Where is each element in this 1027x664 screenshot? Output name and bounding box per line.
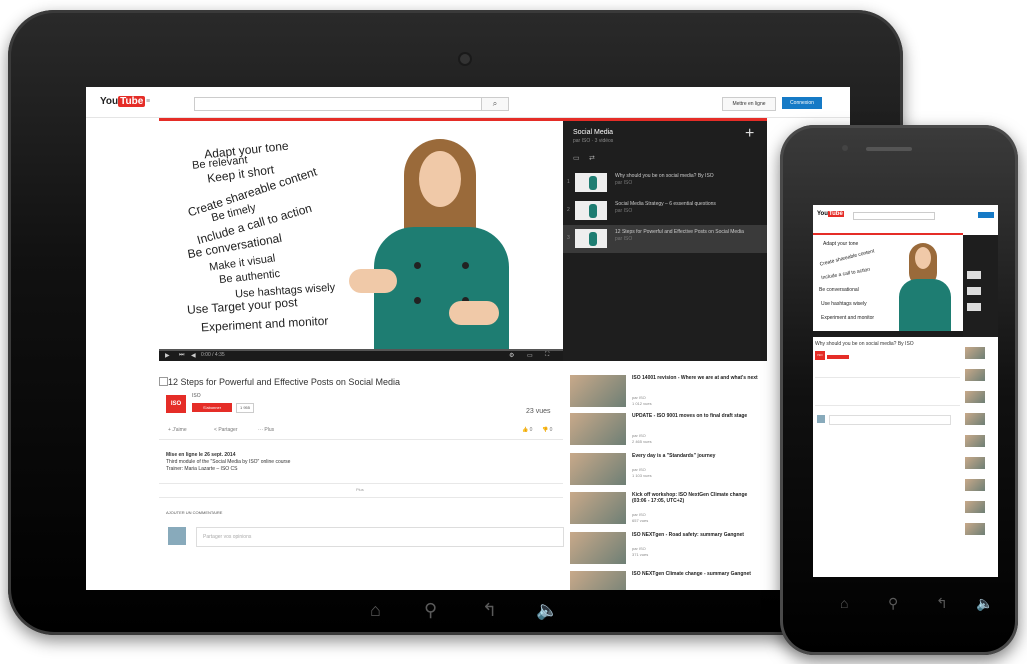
menu-icon[interactable]: ≡: [146, 98, 150, 105]
phone-speaker: [866, 147, 912, 151]
settings-icon[interactable]: ⚙: [509, 352, 514, 359]
search-button[interactable]: ⌕: [481, 97, 509, 111]
divider: [159, 497, 563, 498]
volume-icon[interactable]: 🔈: [976, 595, 993, 612]
related-list: [963, 341, 998, 577]
volume-icon[interactable]: ◀: [191, 352, 196, 359]
comment-input[interactable]: [829, 415, 951, 425]
time-display: 0:00 / 4:35: [201, 352, 225, 358]
home-icon[interactable]: ⌂: [370, 600, 381, 621]
fullscreen-icon[interactable]: ⛶: [545, 352, 549, 359]
show-more-button[interactable]: Plus: [356, 487, 364, 492]
folder-icon[interactable]: ▭: [573, 154, 580, 162]
subscribe-button[interactable]: S'abonner: [192, 403, 232, 412]
phone-screen: YouTube Adapt your tone Create shareable…: [813, 205, 998, 577]
presenter-arm: [349, 269, 397, 293]
upload-button[interactable]: Mettre en ligne: [722, 97, 776, 111]
back-icon[interactable]: ↰: [482, 600, 497, 621]
channel-logo[interactable]: ISO: [166, 395, 186, 413]
playlist-panel: Social Media par ISO · 3 vidéos + ▭ ⇄ 1 …: [563, 121, 767, 361]
progress-bar[interactable]: [159, 349, 563, 351]
thumbs-up-button[interactable]: 👍 0: [522, 427, 532, 433]
signin-button[interactable]: Connexion: [782, 97, 822, 109]
playlist-item[interactable]: 1 Why should you be on social media? By …: [563, 169, 767, 197]
user-avatar: [168, 527, 186, 545]
like-action[interactable]: + J'aime: [168, 427, 187, 433]
search-icon[interactable]: ⚲: [888, 595, 898, 612]
add-icon[interactable]: +: [745, 125, 754, 143]
playlist-thumb: [575, 229, 607, 248]
comments-heading: AJOUTER UN COMMENTAIRE: [166, 510, 223, 515]
youtube-logo[interactable]: YouTube: [100, 96, 146, 107]
related-thumb: [570, 492, 626, 524]
related-thumb: [570, 571, 626, 590]
subscribe-button[interactable]: [827, 355, 849, 359]
channel-name[interactable]: ISO: [192, 393, 201, 399]
home-icon[interactable]: ⌂: [840, 595, 848, 611]
youtube-header: You Tube ≡ ⌕ Mettre en ligne Connexion: [86, 87, 850, 118]
comment-input[interactable]: Partager vos opinions: [196, 527, 564, 547]
divider: [159, 483, 563, 484]
search-input[interactable]: [853, 212, 935, 220]
phone-device: YouTube Adapt your tone Create shareable…: [780, 125, 1018, 655]
tablet-device: You Tube ≡ ⌕ Mettre en ligne Connexion Ad…: [8, 10, 903, 635]
overlay-line: Use Target your post: [186, 295, 298, 317]
playlist-thumb: [575, 173, 607, 192]
divider: [159, 439, 563, 440]
signin-button[interactable]: [978, 212, 994, 218]
search-icon[interactable]: ⚲: [424, 600, 437, 621]
phone-camera: [842, 145, 848, 151]
related-video[interactable]: Every day is a "Standards" journey par I…: [570, 453, 760, 489]
video-player[interactable]: Adapt your tone Be relevant Keep it shor…: [159, 121, 563, 361]
related-thumb: [570, 375, 626, 407]
presenter-face: [419, 151, 461, 207]
related-video[interactable]: UPDATE - ISO 9001 moves on to final draf…: [570, 413, 760, 449]
thumbs-down-button[interactable]: 👎 0: [542, 427, 552, 433]
related-video[interactable]: ISO NEXTgen - Road safety: summary Gangn…: [570, 532, 760, 568]
search-input[interactable]: [194, 97, 496, 111]
loop-icon[interactable]: ⇄: [589, 154, 595, 162]
size-icon[interactable]: ▭: [527, 352, 533, 359]
video-player[interactable]: Adapt your tone Create shareable content…: [813, 235, 963, 337]
playlist-thumb: [575, 201, 607, 220]
view-count: 23 vues: [526, 408, 551, 415]
tablet-screen: You Tube ≡ ⌕ Mettre en ligne Connexion Ad…: [86, 87, 850, 590]
channel-logo[interactable]: ISO: [815, 351, 825, 360]
user-avatar: [817, 415, 825, 423]
playlist-panel: [963, 235, 998, 337]
subscriber-count: 1 955: [236, 403, 254, 413]
back-icon[interactable]: ↰: [936, 595, 948, 612]
share-action[interactable]: < Partager: [214, 427, 238, 433]
more-action[interactable]: ··· Plus: [258, 427, 274, 433]
related-thumb: [570, 453, 626, 485]
related-video[interactable]: ISO NEXTgen Climate change - summary Gan…: [570, 571, 760, 590]
overlay-line: Experiment and monitor: [200, 313, 329, 335]
video-title: Why should you be on social media? By IS…: [815, 341, 914, 347]
playlist-item-active[interactable]: 3 12 Steps for Powerful and Effective Po…: [563, 225, 767, 253]
player-controls: ▶ ⏭ ◀ 0:00 / 4:35 ⚙ ▭ ⛶: [159, 349, 563, 361]
presenter-body: [374, 227, 509, 357]
playlist-title: Social Media: [573, 129, 614, 136]
search-icon: ⌕: [492, 99, 498, 108]
youtube-logo[interactable]: YouTube: [817, 211, 844, 217]
playlist-subtitle: par ISO · 3 vidéos: [573, 138, 614, 144]
playlist-item[interactable]: 2 Social Media Strategy – 6 essential qu…: [563, 197, 767, 225]
next-icon[interactable]: ⏭: [179, 352, 184, 359]
related-video[interactable]: Kick off workshop: ISO NextGen Climate c…: [570, 492, 760, 528]
play-icon[interactable]: ▶: [165, 352, 170, 359]
video-description: Mise en ligne le 26 sept. 2014 Third mod…: [166, 452, 291, 472]
playlist-icon: [159, 377, 168, 386]
volume-icon[interactable]: 🔈: [536, 600, 558, 621]
related-thumb: [570, 413, 626, 445]
presenter-arm: [449, 301, 499, 325]
video-title: 12 Steps for Powerful and Effective Post…: [168, 377, 400, 387]
related-video[interactable]: ISO 14001 revision - Where we are at and…: [570, 375, 760, 411]
tablet-camera: [460, 54, 470, 64]
player-controls: [813, 331, 963, 337]
related-thumb: [570, 532, 626, 564]
